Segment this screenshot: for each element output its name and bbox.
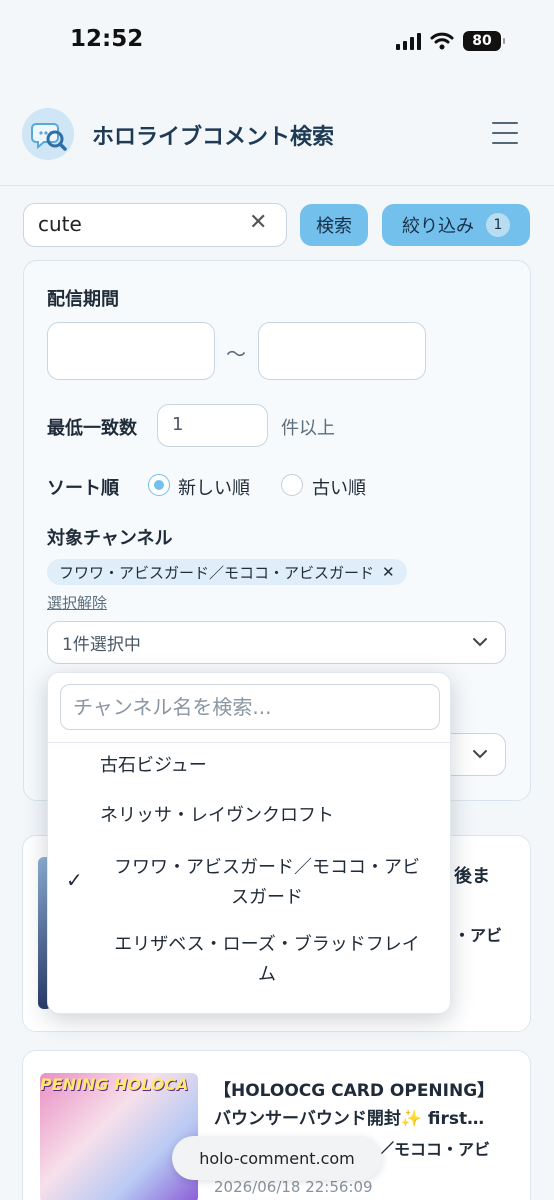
search-input-value[interactable]: cute [38, 212, 82, 236]
channel-select-value: 1件選択中 [62, 635, 141, 655]
result-thumbnail[interactable]: PENING HOLOCA [40, 1073, 198, 1200]
min-match-value[interactable]: 1 [172, 414, 183, 435]
period-label: 配信期間 [47, 289, 119, 310]
channel-search-input[interactable] [60, 684, 440, 730]
channel-label: 対象チャンネル [47, 528, 173, 549]
filter-count-badge: 1 [486, 213, 510, 237]
browser-address-pill[interactable]: holo-comment.com [172, 1136, 382, 1180]
sort-oldest-radio[interactable] [281, 474, 303, 496]
clear-search-icon[interactable]: ✕ [249, 210, 267, 235]
clear-selection-link[interactable]: 選択解除 [47, 592, 107, 613]
selected-channel-name: フワワ・アビスガード／モココ・アビスガード [59, 563, 375, 582]
period-separator: 〜 [226, 342, 246, 366]
selected-channel-chip: フワワ・アビスガード／モココ・アビスガード ✕ [47, 559, 407, 585]
period-end-field[interactable] [258, 322, 426, 380]
browser-domain: holo-comment.com [199, 1148, 355, 1168]
sort-newest-radio[interactable] [148, 474, 170, 496]
result-channel-fragment: ・アビ [454, 926, 503, 945]
result-date: 2026/06/18 22:56:09 [214, 1178, 373, 1196]
checkmark-icon: ✓ [66, 868, 83, 892]
remove-chip-icon[interactable]: ✕ [382, 563, 395, 581]
channel-select[interactable]: 1件選択中 [47, 621, 506, 664]
hamburger-menu-icon[interactable] [492, 122, 518, 144]
filter-label: 絞り込み [402, 216, 474, 237]
result-title-fragment[interactable]: 後ま [454, 862, 490, 888]
search-chat-logo-icon[interactable] [22, 108, 74, 160]
sort-oldest-label[interactable]: 古い順 [312, 474, 366, 500]
chevron-down-icon[interactable] [472, 636, 488, 648]
min-match-label: 最低一致数 [47, 418, 137, 439]
channel-option-line: フワワ・アビスガード／モココ・アビ [114, 857, 420, 878]
min-match-suffix: 件以上 [281, 418, 335, 439]
result-title-line2[interactable]: バウンサーバウンド開封✨ first… [214, 1104, 484, 1129]
filter-toggle-button[interactable]: 絞り込み 1 [382, 204, 530, 246]
thumbnail-overlay-text: PENING HOLOCA [40, 1075, 189, 1094]
search-button[interactable]: 検索 [300, 204, 368, 246]
status-time: 12:52 [70, 26, 144, 52]
chevron-down-icon[interactable] [472, 748, 488, 760]
wifi-icon [430, 32, 454, 50]
channel-option-line: スガード [231, 887, 303, 908]
channel-option[interactable]: 古石ビジュー [100, 751, 207, 781]
sort-label: ソート順 [47, 478, 119, 499]
app-title: ホロライブコメント検索 [92, 125, 335, 150]
dropdown-divider [48, 742, 450, 743]
result-title[interactable]: 【HOLOOCG CARD OPENING】 [214, 1076, 494, 1101]
channel-option-line: ム [258, 964, 276, 985]
cell-signal-icon [396, 32, 421, 50]
period-start-field[interactable] [47, 322, 215, 380]
channel-option-selected[interactable]: フワワ・アビスガード／モココ・アビ スガード [94, 853, 440, 913]
sort-newest-label[interactable]: 新しい順 [178, 474, 250, 500]
channel-option-line: エリザベス・ローズ・ブラッドフレイ [114, 934, 420, 955]
battery-indicator: 80 [463, 31, 505, 51]
status-indicators: 80 [396, 30, 505, 52]
channel-option[interactable]: エリザベス・ローズ・ブラッドフレイ ム [94, 930, 440, 990]
channel-option[interactable]: ネリッサ・レイヴンクロフト [100, 801, 334, 831]
